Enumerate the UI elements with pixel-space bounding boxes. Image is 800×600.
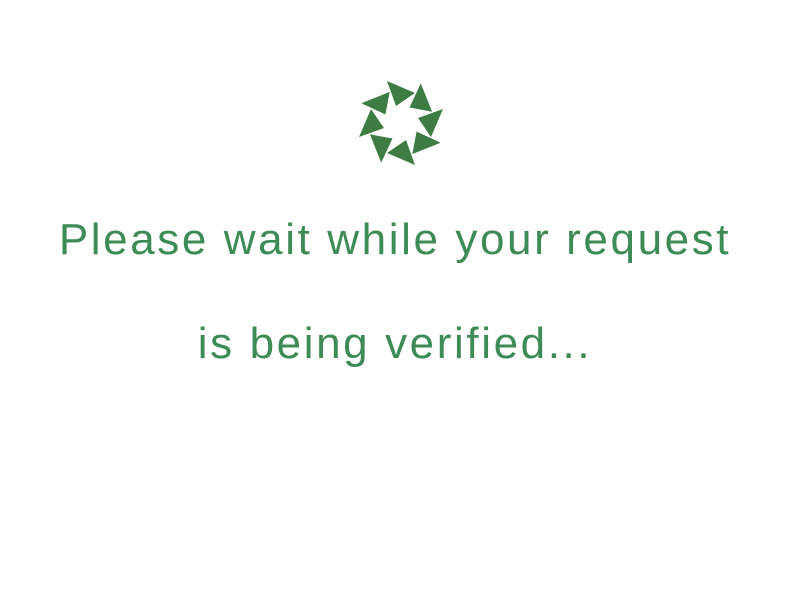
loading-spinner-icon [356, 78, 446, 168]
message-line-2: is being verified... [197, 319, 593, 368]
spinner-graphic [359, 81, 443, 165]
spinner-blade [387, 140, 415, 165]
spinner-blade [387, 81, 415, 106]
verification-page: Please wait while your request is being … [0, 0, 800, 600]
verification-message: Please wait while your request is being … [0, 188, 790, 396]
message-line-1: Please wait while your request [58, 215, 732, 264]
spinner-blade [409, 83, 433, 112]
spinner-blade [359, 109, 384, 137]
spinner-blade [369, 134, 393, 163]
spinner-blade [361, 91, 390, 115]
spinner-blade [418, 109, 443, 137]
spinner-blade [412, 131, 441, 155]
